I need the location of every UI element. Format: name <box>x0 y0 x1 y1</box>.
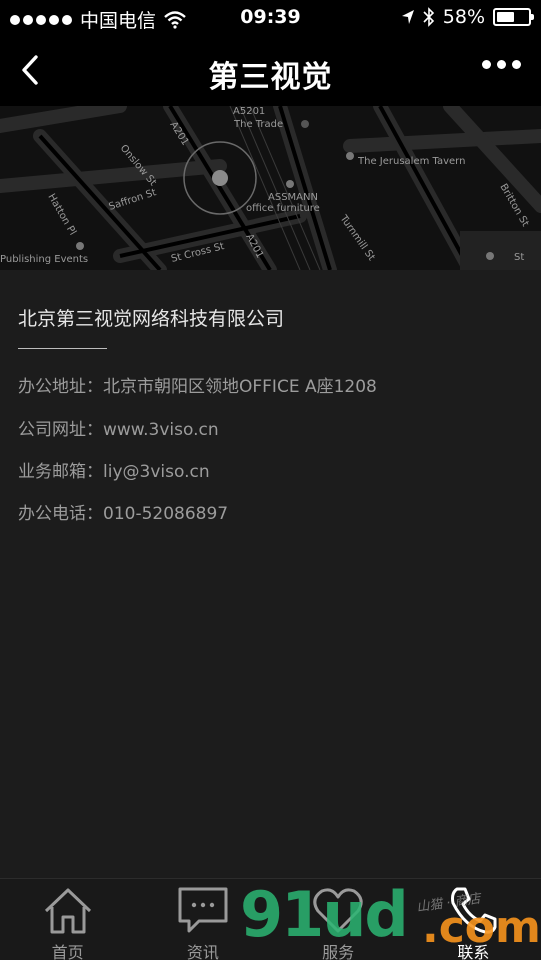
nav-bar: 第三视觉 <box>0 36 541 106</box>
address-label: 办公地址： <box>18 377 103 397</box>
map-label-the-trade: The Trade <box>233 119 283 130</box>
tab-home[interactable]: 首页 <box>0 879 135 960</box>
home-icon <box>44 888 91 934</box>
tab-contact-label: 联系 <box>457 943 490 960</box>
location-map[interactable]: A5201 The Trade Onslow St A201 The Jerus… <box>0 106 541 270</box>
more-button[interactable] <box>482 60 521 69</box>
map-canvas[interactable]: A5201 The Trade Onslow St A201 The Jerus… <box>0 106 541 270</box>
phone-label: 办公电话： <box>18 504 103 524</box>
email-link[interactable]: liy@3viso.cn <box>103 462 210 482</box>
tab-services[interactable]: 服务 <box>271 879 406 960</box>
status-bar: 中国电信 09:39 58% <box>0 0 541 36</box>
page-title: 第三视觉 <box>208 60 333 95</box>
tab-services-label: 服务 <box>322 943 355 960</box>
email-row[interactable]: 业务邮箱：liy@3viso.cn <box>18 457 210 482</box>
battery-fill <box>497 12 515 22</box>
map-label-jerusalem: The Jerusalem Tavern <box>357 156 465 167</box>
email-label: 业务邮箱： <box>18 462 103 482</box>
heart-icon <box>313 888 363 933</box>
location-arrow-icon <box>401 10 414 24</box>
company-name: 北京第三视觉网络科技有限公司 <box>18 308 285 330</box>
phone-icon <box>451 887 497 934</box>
more-dots-icon <box>482 60 491 69</box>
tab-news-label: 资讯 <box>186 943 219 960</box>
chat-bubble-icon <box>178 887 228 933</box>
battery-icon <box>493 8 534 26</box>
divider <box>18 348 107 349</box>
address-value: 北京市朝阳区领地OFFICE A座1208 <box>103 377 377 397</box>
bluetooth-icon <box>423 7 434 27</box>
company-info: 北京第三视觉网络科技有限公司 办公地址：北京市朝阳区领地OFFICE A座120… <box>0 270 541 878</box>
tab-contact[interactable]: 联系 <box>406 879 541 960</box>
tab-home-label: 首页 <box>51 943 84 960</box>
map-label-office-furniture: office furniture <box>246 203 320 214</box>
tab-bar: 首页 资讯 服务 联系 <box>0 878 541 960</box>
map-label-st-right: St <box>514 252 524 263</box>
website-link[interactable]: www.3viso.cn <box>103 420 219 440</box>
website-row[interactable]: 公司网址：www.3viso.cn <box>18 415 219 440</box>
map-label-a5201: A5201 <box>233 106 265 117</box>
address-row: 办公地址：北京市朝阳区领地OFFICE A座1208 <box>18 372 377 397</box>
map-label-publishing: Publishing Events <box>0 254 88 265</box>
map-label-assmann: ASSMANN <box>268 192 318 203</box>
phone-link[interactable]: 010-52086897 <box>103 504 228 524</box>
phone-row[interactable]: 办公电话：010-52086897 <box>18 499 228 524</box>
website-label: 公司网址： <box>18 420 103 440</box>
battery-percent: 58% <box>442 6 485 28</box>
tab-news[interactable]: 资讯 <box>135 879 270 960</box>
status-right: 58% <box>401 6 534 28</box>
